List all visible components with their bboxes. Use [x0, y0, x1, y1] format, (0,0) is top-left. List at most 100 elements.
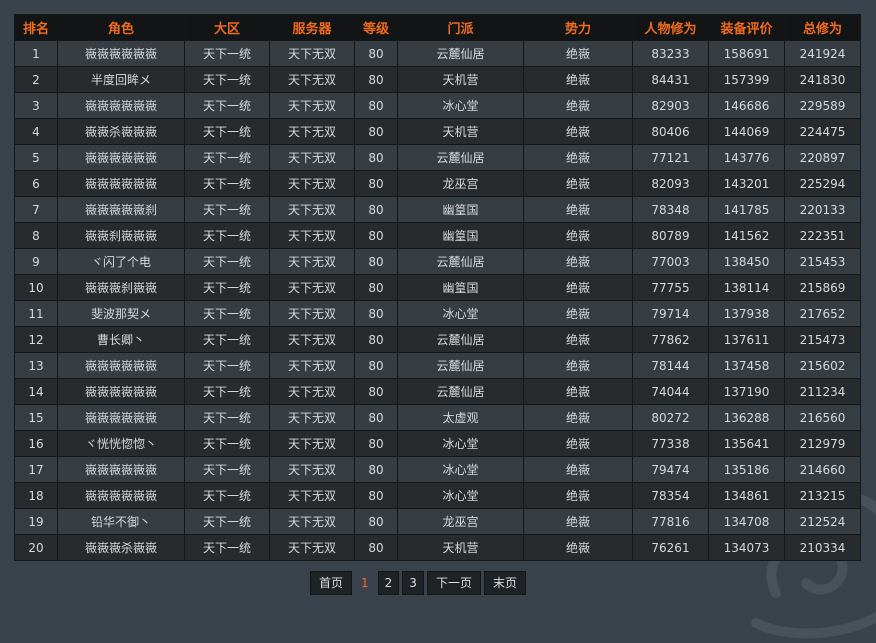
- cell-col-sect: 冰心堂: [397, 300, 524, 327]
- cell-col-server: 天下无双: [269, 508, 355, 535]
- cell-col-rank: 19: [14, 508, 58, 535]
- cell-col-server: 天下无双: [269, 274, 355, 301]
- cell-col-level: 80: [354, 456, 398, 483]
- cell-col-role: 嶶嶶刹嶶嶶嶶: [57, 222, 185, 249]
- table-row: 20 嶶嶶嶶杀嶶嶶 天下一统 天下无双 80 天机营 绝嶶 76261 134073 210334: [14, 534, 861, 561]
- cell-col-role: 曹长卿丶: [57, 326, 185, 353]
- cell-col-faction: 绝嶶: [523, 66, 633, 93]
- ranking-table: 排名 角色 大区 服务器 等级 门派 势力 人物修为 装备评价 总修为 1 嶶嶶嶶嶶嶶嶶 天下一统 天下…: [14, 14, 861, 561]
- cell-col-total-cultivation: 213215: [784, 482, 861, 509]
- table-row: 7 嶶嶶嶶嶶嶶刹 天下一统 天下无双 80 幽篁国 绝嶶 78348 141785 220133: [14, 196, 861, 223]
- cell-col-rank: 20: [14, 534, 58, 561]
- cell-col-region: 天下一统: [184, 326, 270, 353]
- cell-col-char-cultivation: 77755: [632, 274, 709, 301]
- table-row: 9 ヾ闪了个电 天下一统 天下无双 80 云麓仙居 绝嶶 77003 138450 215453: [14, 248, 861, 275]
- first-page-button[interactable]: 首页: [310, 571, 353, 595]
- cell-col-server: 天下无双: [269, 196, 355, 223]
- header-col-sect: 门派: [397, 14, 524, 41]
- current-page-indicator: 1: [361, 576, 369, 590]
- cell-col-region: 天下一统: [184, 430, 270, 457]
- cell-col-region: 天下一统: [184, 274, 270, 301]
- cell-col-server: 天下无双: [269, 40, 355, 67]
- cell-col-gear-rating: 134861: [708, 482, 785, 509]
- header-col-char-cultivation: 人物修为: [632, 14, 709, 41]
- cell-col-gear-rating: 158691: [708, 40, 785, 67]
- cell-col-server: 天下无双: [269, 456, 355, 483]
- cell-col-region: 天下一统: [184, 248, 270, 275]
- cell-col-sect: 冰心堂: [397, 430, 524, 457]
- cell-col-gear-rating: 138114: [708, 274, 785, 301]
- cell-col-total-cultivation: 224475: [784, 118, 861, 145]
- cell-col-level: 80: [354, 378, 398, 405]
- cell-col-char-cultivation: 77121: [632, 144, 709, 171]
- cell-col-gear-rating: 141562: [708, 222, 785, 249]
- cell-col-level: 80: [354, 326, 398, 353]
- cell-col-rank: 8: [14, 222, 58, 249]
- cell-col-total-cultivation: 212979: [784, 430, 861, 457]
- cell-col-region: 天下一统: [184, 222, 270, 249]
- cell-col-gear-rating: 135641: [708, 430, 785, 457]
- cell-col-region: 天下一统: [184, 534, 270, 561]
- table-row: 18 嶶嶶嶶嶶嶶嶶 天下一统 天下无双 80 冰心堂 绝嶶 78354 134861 213215: [14, 482, 861, 509]
- cell-col-server: 天下无双: [269, 404, 355, 431]
- page-3-button[interactable]: 3: [402, 571, 424, 595]
- page-2-button[interactable]: 2: [377, 571, 400, 595]
- cell-col-role: 半度回眸メ: [57, 66, 185, 93]
- cell-col-role: 嶶嶶嶶刹嶶嶶: [57, 274, 185, 301]
- cell-col-region: 天下一统: [184, 404, 270, 431]
- table-row: 10 嶶嶶嶶刹嶶嶶 天下一统 天下无双 80 幽篁国 绝嶶 77755 138114 215869: [14, 274, 861, 301]
- cell-col-role: 嶶嶶嶶嶶嶶嶶: [57, 144, 185, 171]
- cell-col-total-cultivation: 222351: [784, 222, 861, 249]
- cell-col-level: 80: [354, 144, 398, 171]
- cell-col-sect: 幽篁国: [397, 196, 524, 223]
- cell-col-region: 天下一统: [184, 300, 270, 327]
- cell-col-char-cultivation: 83233: [632, 40, 709, 67]
- next-page-button[interactable]: 下一页: [426, 571, 481, 595]
- cell-col-gear-rating: 137611: [708, 326, 785, 353]
- pagination: 首页 1 2 3 下一页 末页: [310, 571, 526, 595]
- last-page-button[interactable]: 末页: [483, 571, 526, 595]
- cell-col-total-cultivation: 215602: [784, 352, 861, 379]
- cell-col-total-cultivation: 210334: [784, 534, 861, 561]
- cell-col-level: 80: [354, 170, 398, 197]
- cell-col-role: ヾ恍恍惚惚丶: [57, 430, 185, 457]
- cell-col-server: 天下无双: [269, 326, 355, 353]
- table-row: 12 曹长卿丶 天下一统 天下无双 80 云麓仙居 绝嶶 77862 137611 215473: [14, 326, 861, 353]
- cell-col-rank: 1: [14, 40, 58, 67]
- cell-col-rank: 7: [14, 196, 58, 223]
- table-row: 16 ヾ恍恍惚惚丶 天下一统 天下无双 80 冰心堂 绝嶶 77338 135641 212979: [14, 430, 861, 457]
- header-col-faction: 势力: [523, 14, 633, 41]
- cell-col-faction: 绝嶶: [523, 222, 633, 249]
- table-row: 15 嶶嶶嶶嶶嶶嶶 天下一统 天下无双 80 太虚观 绝嶶 80272 136288 216560: [14, 404, 861, 431]
- cell-col-sect: 龙巫宫: [397, 508, 524, 535]
- cell-col-total-cultivation: 241924: [784, 40, 861, 67]
- cell-col-faction: 绝嶶: [523, 456, 633, 483]
- cell-col-rank: 2: [14, 66, 58, 93]
- cell-col-faction: 绝嶶: [523, 404, 633, 431]
- cell-col-role: 嶶嶶杀嶶嶶嶶: [57, 118, 185, 145]
- cell-col-region: 天下一统: [184, 40, 270, 67]
- header-col-gear-rating: 装备评价: [708, 14, 785, 41]
- cell-col-server: 天下无双: [269, 378, 355, 405]
- cell-col-sect: 天机营: [397, 118, 524, 145]
- cell-col-char-cultivation: 76261: [632, 534, 709, 561]
- header-col-role: 角色: [57, 14, 185, 41]
- cell-col-faction: 绝嶶: [523, 118, 633, 145]
- header-col-region: 大区: [184, 14, 270, 41]
- cell-col-gear-rating: 137458: [708, 352, 785, 379]
- cell-col-rank: 6: [14, 170, 58, 197]
- cell-col-faction: 绝嶶: [523, 248, 633, 275]
- header-col-server: 服务器: [269, 14, 355, 41]
- cell-col-faction: 绝嶶: [523, 326, 633, 353]
- cell-col-rank: 17: [14, 456, 58, 483]
- cell-col-role: 嶶嶶嶶嶶嶶嶶: [57, 456, 185, 483]
- cell-col-faction: 绝嶶: [523, 196, 633, 223]
- cell-col-sect: 云麓仙居: [397, 248, 524, 275]
- cell-col-faction: 绝嶶: [523, 352, 633, 379]
- cell-col-total-cultivation: 225294: [784, 170, 861, 197]
- cell-col-char-cultivation: 78144: [632, 352, 709, 379]
- cell-col-region: 天下一统: [184, 92, 270, 119]
- cell-col-char-cultivation: 78348: [632, 196, 709, 223]
- cell-col-faction: 绝嶶: [523, 92, 633, 119]
- cell-col-gear-rating: 157399: [708, 66, 785, 93]
